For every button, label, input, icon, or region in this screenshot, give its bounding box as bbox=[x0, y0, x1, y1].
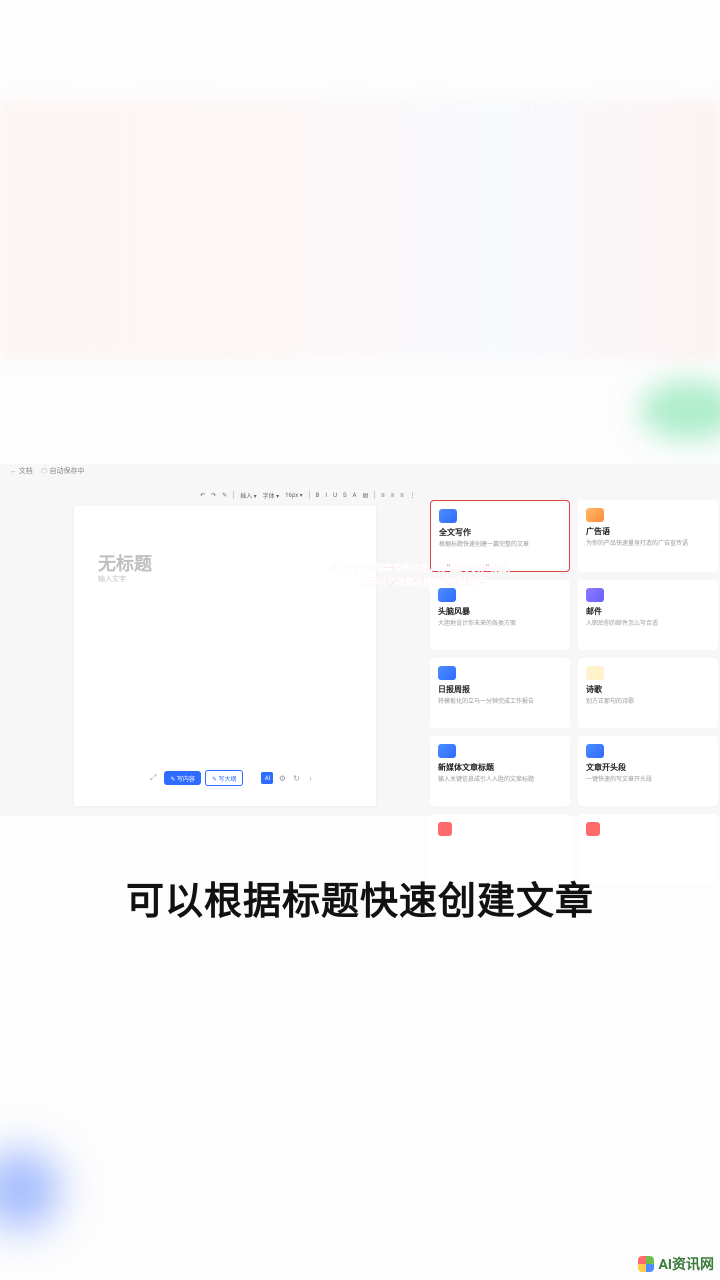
watermark-icon bbox=[638, 1256, 654, 1272]
autosave-status: ☁ 自动保存中 bbox=[41, 466, 85, 476]
card-desc: 别方正那句的诗歌 bbox=[586, 698, 710, 706]
ai-bottom-bar: ⤢ ✎ 写内容 ✎ 写大纲 AI ⚙ ↻ › bbox=[150, 770, 330, 786]
textcolor-button[interactable]: A bbox=[353, 492, 357, 499]
settings-icon[interactable]: ⚙ bbox=[277, 773, 287, 783]
card-desc: 入职后你的邮件怎么写合适 bbox=[586, 620, 710, 628]
template-card-5[interactable]: 诗歌别方正那句的诗歌 bbox=[578, 658, 718, 728]
strike-button[interactable]: S bbox=[343, 492, 347, 499]
card-desc: 为你的产品快速量身打造的广告宣传语 bbox=[586, 540, 710, 548]
template-panel: 全文写作根据标题快速创建一篇完整的文章 广告语为你的产品快速量身打造的广告宣传语头… bbox=[430, 500, 718, 816]
watermark-text: AI资讯网 bbox=[658, 1254, 714, 1274]
card-desc: 根据标题快速创建一篇完整的文章 bbox=[439, 541, 561, 549]
card-title: 全文写作 bbox=[439, 527, 561, 538]
template-card-6[interactable]: 新媒体文章标题输入关键信息成引人入胜的文案标题 bbox=[430, 736, 570, 806]
template-card-2[interactable]: 头脑风暴大胆地设计你未来的各类方案 bbox=[430, 580, 570, 650]
write-outline-button[interactable]: ✎ 写大纲 bbox=[205, 770, 244, 786]
ai-button[interactable]: AI bbox=[261, 772, 273, 784]
card-title: 头脑风暴 bbox=[438, 606, 562, 617]
video-caption: 可以根据标题快速创建文章 bbox=[0, 870, 720, 925]
template-card-1[interactable]: 广告语为你的产品快速量身打造的广告宣传语 bbox=[578, 500, 718, 572]
card-icon bbox=[438, 666, 456, 680]
card-desc: 一键快速的写文章开头段 bbox=[586, 776, 710, 784]
card-icon bbox=[439, 509, 457, 523]
align-button[interactable]: ≡ bbox=[381, 492, 385, 499]
redo-button[interactable]: ↷ bbox=[211, 492, 216, 499]
card-icon bbox=[438, 744, 456, 758]
card-icon bbox=[438, 822, 452, 836]
annotation-line-2: 这里可以根据标题快速创建文章 bbox=[278, 576, 568, 590]
card-icon bbox=[586, 822, 600, 836]
template-card-3[interactable]: 邮件入职后你的邮件怎么写合适 bbox=[578, 580, 718, 650]
card-icon bbox=[586, 508, 604, 522]
history-icon[interactable]: ↻ bbox=[291, 773, 301, 783]
card-title: 诗歌 bbox=[586, 684, 710, 695]
size-dropdown[interactable]: 16px ▾ bbox=[285, 492, 303, 499]
annotation-line-1: 在右侧中找到需要的功能，即"全文写作"功能， bbox=[278, 562, 568, 576]
insert-dropdown[interactable]: 插入 ▾ bbox=[240, 491, 257, 500]
template-card-4[interactable]: 日报周报将模板化的立马一分钟完成工作报告 bbox=[430, 658, 570, 728]
separator bbox=[233, 491, 234, 499]
indent-button[interactable]: ≡ bbox=[400, 492, 404, 499]
watermark: AI资讯网 bbox=[638, 1254, 714, 1274]
document-body-input[interactable]: 输入文字 bbox=[98, 574, 126, 584]
list-button[interactable]: ≡ bbox=[391, 492, 395, 499]
annotation-text: 在右侧中找到需要的功能，即"全文写作"功能， 这里可以根据标题快速创建文章 bbox=[278, 562, 568, 590]
card-icon bbox=[438, 588, 456, 602]
card-title: 新媒体文章标题 bbox=[438, 762, 562, 773]
bold-button[interactable]: B bbox=[316, 492, 320, 499]
expand-icon[interactable]: ⤢ bbox=[150, 773, 156, 783]
card-title: 广告语 bbox=[586, 526, 710, 537]
separator bbox=[309, 491, 310, 499]
italic-button[interactable]: I bbox=[325, 492, 327, 499]
template-card-7[interactable]: 文章开头段一键快速的写文章开头段 bbox=[578, 736, 718, 806]
more-button[interactable]: ⋮ bbox=[410, 492, 416, 499]
back-button[interactable]: ← 文档 bbox=[10, 466, 33, 476]
card-desc: 大胆地设计你未来的各类方案 bbox=[438, 620, 562, 628]
card-icon bbox=[586, 588, 604, 602]
card-title: 文章开头段 bbox=[586, 762, 710, 773]
card-icon bbox=[586, 744, 604, 758]
card-icon bbox=[586, 666, 604, 680]
document-canvas[interactable]: 无标题 输入文字 bbox=[74, 506, 376, 806]
undo-button[interactable]: ↶ bbox=[200, 492, 205, 499]
card-desc: 将模板化的立马一分钟完成工作报告 bbox=[438, 698, 562, 706]
separator bbox=[374, 491, 375, 499]
card-desc: 输入关键信息成引人入胜的文案标题 bbox=[438, 776, 562, 784]
document-title-input[interactable]: 无标题 bbox=[98, 550, 152, 576]
format-paint-button[interactable]: ✎ bbox=[222, 492, 227, 499]
underline-button[interactable]: U bbox=[333, 492, 337, 499]
card-title: 日报周报 bbox=[438, 684, 562, 695]
highlight-button[interactable]: ▤ bbox=[362, 492, 368, 499]
write-content-button[interactable]: ✎ 写内容 bbox=[164, 771, 201, 785]
bg-blur bbox=[0, 100, 720, 360]
font-dropdown[interactable]: 字体 ▾ bbox=[263, 491, 280, 500]
card-title: 邮件 bbox=[586, 606, 710, 617]
next-icon[interactable]: › bbox=[305, 773, 315, 783]
